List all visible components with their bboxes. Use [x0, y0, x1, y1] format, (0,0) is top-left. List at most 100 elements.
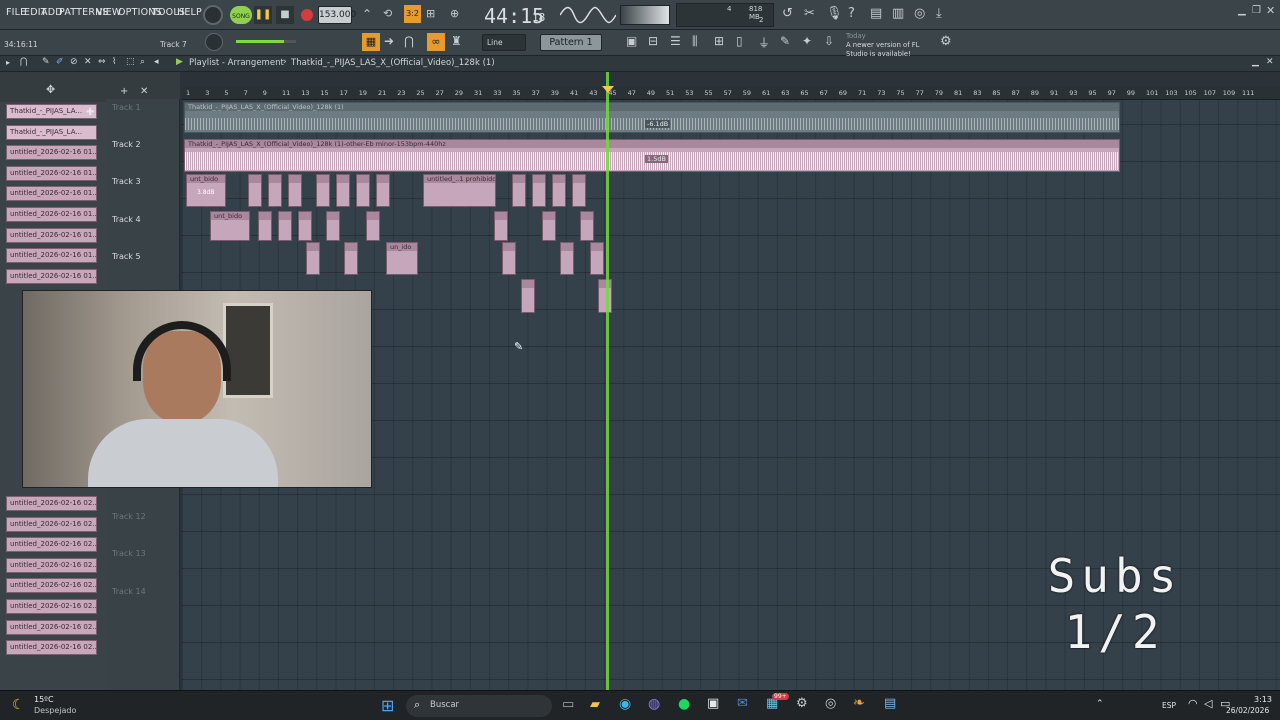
- browser-move-icon[interactable]: ✥: [46, 83, 55, 96]
- track-header[interactable]: Track 13: [106, 549, 180, 585]
- download-icon[interactable]: ⤓: [936, 6, 952, 24]
- wait-input-icon[interactable]: ⟲: [383, 7, 399, 23]
- playhead-marker[interactable]: [602, 86, 614, 93]
- audio-clip-small[interactable]: [512, 174, 526, 207]
- track-header[interactable]: Track 12: [106, 512, 180, 548]
- mute-tool-icon[interactable]: ✕: [84, 57, 92, 67]
- select-tool-icon[interactable]: ⬚: [126, 57, 135, 67]
- record-mode-knob[interactable]: [203, 5, 223, 25]
- tempo-display[interactable]: 153.000: [318, 6, 356, 24]
- browser-clip-item[interactable]: untitled_2026-02-16 02...: [6, 640, 97, 656]
- project-icon[interactable]: ▯: [736, 34, 743, 48]
- browser-clip-item[interactable]: untitled_2026-02-16 01...: [6, 248, 97, 264]
- audio-clip-small[interactable]: [494, 211, 508, 241]
- audio-clip-small[interactable]: [268, 174, 282, 207]
- steam-icon[interactable]: ⚙: [796, 696, 808, 711]
- audio-clip-small[interactable]: unt_bido: [210, 211, 250, 241]
- stamp-icon[interactable]: ♜: [451, 34, 462, 48]
- audio-clip-small[interactable]: [590, 242, 604, 275]
- windows-start-icon[interactable]: ⊞: [381, 696, 394, 715]
- volume-icon[interactable]: ◁: [1204, 697, 1212, 710]
- spotify-icon[interactable]: ●: [678, 696, 690, 712]
- remove-track-icon[interactable]: ✕: [140, 86, 148, 97]
- master-volume-slider[interactable]: [236, 40, 296, 43]
- discord-icon[interactable]: ◍: [648, 696, 660, 712]
- pitch-knob[interactable]: [205, 33, 223, 51]
- slip-tool-icon[interactable]: ⇔: [98, 57, 106, 67]
- audio-clip-small[interactable]: [521, 279, 535, 313]
- audio-clip-small[interactable]: [376, 174, 390, 207]
- settings-icon[interactable]: ⚙: [940, 34, 952, 49]
- countdown-icon[interactable]: 3:2: [404, 5, 421, 23]
- weather-desc[interactable]: Despejado: [34, 706, 76, 715]
- audio-clip-small[interactable]: [552, 174, 566, 207]
- magnet-tool-icon[interactable]: ⋂: [20, 57, 27, 67]
- clock-date[interactable]: 26/02/2026: [1226, 706, 1269, 715]
- snap-select[interactable]: Line: [482, 34, 526, 51]
- audio-clip-small[interactable]: [542, 211, 556, 241]
- audio-clip-small[interactable]: [598, 279, 612, 313]
- zoom-tool-icon[interactable]: ⌕: [140, 57, 145, 67]
- minimize-icon[interactable]: ▁: [1238, 5, 1246, 16]
- browser-clip-item[interactable]: untitled_2026-02-16 02...: [6, 537, 97, 553]
- magnet-icon[interactable]: ⋂: [404, 34, 414, 48]
- audio-clip-small[interactable]: [502, 242, 516, 275]
- clock-time[interactable]: 3:13: [1254, 695, 1272, 704]
- add-clip-icon[interactable]: ✚: [86, 107, 94, 118]
- audio-clip-small[interactable]: [306, 242, 320, 275]
- menu-help[interactable]: HELP: [177, 7, 202, 18]
- browser-clip-item[interactable]: untitled_2026-02-16 01...: [6, 268, 97, 284]
- microphone-icon[interactable]: 🎙: [826, 6, 843, 24]
- arrow-right-icon[interactable]: ▸: [6, 58, 10, 67]
- pattern-selector[interactable]: Pattern 1: [540, 34, 602, 51]
- pause-button[interactable]: ❚❚: [254, 6, 272, 24]
- audio-clip-small[interactable]: [288, 174, 302, 207]
- song-mode-button[interactable]: SONG: [230, 6, 252, 24]
- track-header[interactable]: Track 1: [106, 103, 180, 139]
- browser-clip-item[interactable]: untitled_2026-02-16 01...: [6, 207, 97, 222]
- keyboard-lang[interactable]: ESP: [1162, 701, 1176, 710]
- timeline-ruler[interactable]: 1 3 5 7 9 11 13 15 17 19 21 23 25 27 29 31 33 35 37 39 41 43 4…: [182, 87, 1280, 100]
- browser-clip-item[interactable]: untitled_2026-02-16 01...: [6, 186, 97, 202]
- audio-clip-small[interactable]: [356, 174, 370, 207]
- browser-clip-item[interactable]: untitled_2026-02-16 01...: [6, 145, 97, 161]
- link-icon[interactable]: ∞: [427, 33, 445, 51]
- delete-tool-icon[interactable]: ⊘: [70, 57, 78, 67]
- brush-tool-icon[interactable]: ✐: [56, 57, 64, 67]
- audio-clip-small[interactable]: [344, 242, 358, 275]
- audio-clip-small[interactable]: [326, 211, 340, 241]
- track-header[interactable]: Track 2: [106, 140, 180, 176]
- loop-record-icon[interactable]: ⊕: [450, 7, 466, 23]
- browser-icon[interactable]: ◎: [914, 6, 930, 24]
- taskbar-search[interactable]: ⌕ Buscar: [406, 695, 552, 717]
- mixer-btn-icon[interactable]: ⫼: [692, 34, 698, 49]
- outlook-icon[interactable]: ✉: [737, 696, 748, 711]
- track-header[interactable]: Track 4: [106, 215, 180, 251]
- file-explorer-icon[interactable]: ▭: [562, 697, 574, 712]
- edge-icon[interactable]: ◉: [619, 696, 631, 712]
- store-icon[interactable]: ▣: [707, 696, 719, 711]
- weather-temp[interactable]: 15ºC: [34, 695, 54, 704]
- update-icon[interactable]: ⇩: [824, 34, 834, 48]
- audio-clip-small[interactable]: [316, 174, 330, 207]
- wifi-icon[interactable]: ◠: [1188, 697, 1198, 710]
- browser-clip-item[interactable]: untitled_2026-02-16 02...: [6, 516, 97, 532]
- slice-tool-icon[interactable]: ⌇: [112, 57, 116, 67]
- undo-history-icon[interactable]: ↺: [782, 6, 798, 24]
- audio-clip-small[interactable]: [560, 242, 574, 275]
- browser-clip-item[interactable]: Thatkid_-_PIJAS_LA...: [6, 124, 97, 140]
- channel-rack-btn-icon[interactable]: ⊞: [714, 34, 724, 48]
- audio-clip-small[interactable]: [366, 211, 380, 241]
- playlist-icon[interactable]: ▦: [362, 33, 380, 51]
- stop-button[interactable]: ■: [276, 6, 294, 24]
- audio-clip-small[interactable]: [248, 174, 262, 207]
- mixer-icon[interactable]: ✂: [804, 6, 820, 24]
- browser-clip-item[interactable]: untitled_2026-02-16 01...: [6, 165, 97, 181]
- playlist-breadcrumb[interactable]: Thatkid_-_PIJAS_LAS_X_(Official_Video)_1…: [291, 58, 495, 68]
- time-display[interactable]: 44:15 18: [474, 2, 554, 28]
- browser-clip-item[interactable]: untitled_2026-02-16 02...: [6, 599, 97, 614]
- playhead[interactable]: [606, 72, 609, 690]
- fl-studio-icon[interactable]: ❧: [853, 695, 865, 711]
- master-volume-meter[interactable]: [620, 5, 670, 25]
- audio-clip-other[interactable]: Thatkid_-_PIJAS_LAS_X_(Official_Video)_1…: [184, 139, 1120, 172]
